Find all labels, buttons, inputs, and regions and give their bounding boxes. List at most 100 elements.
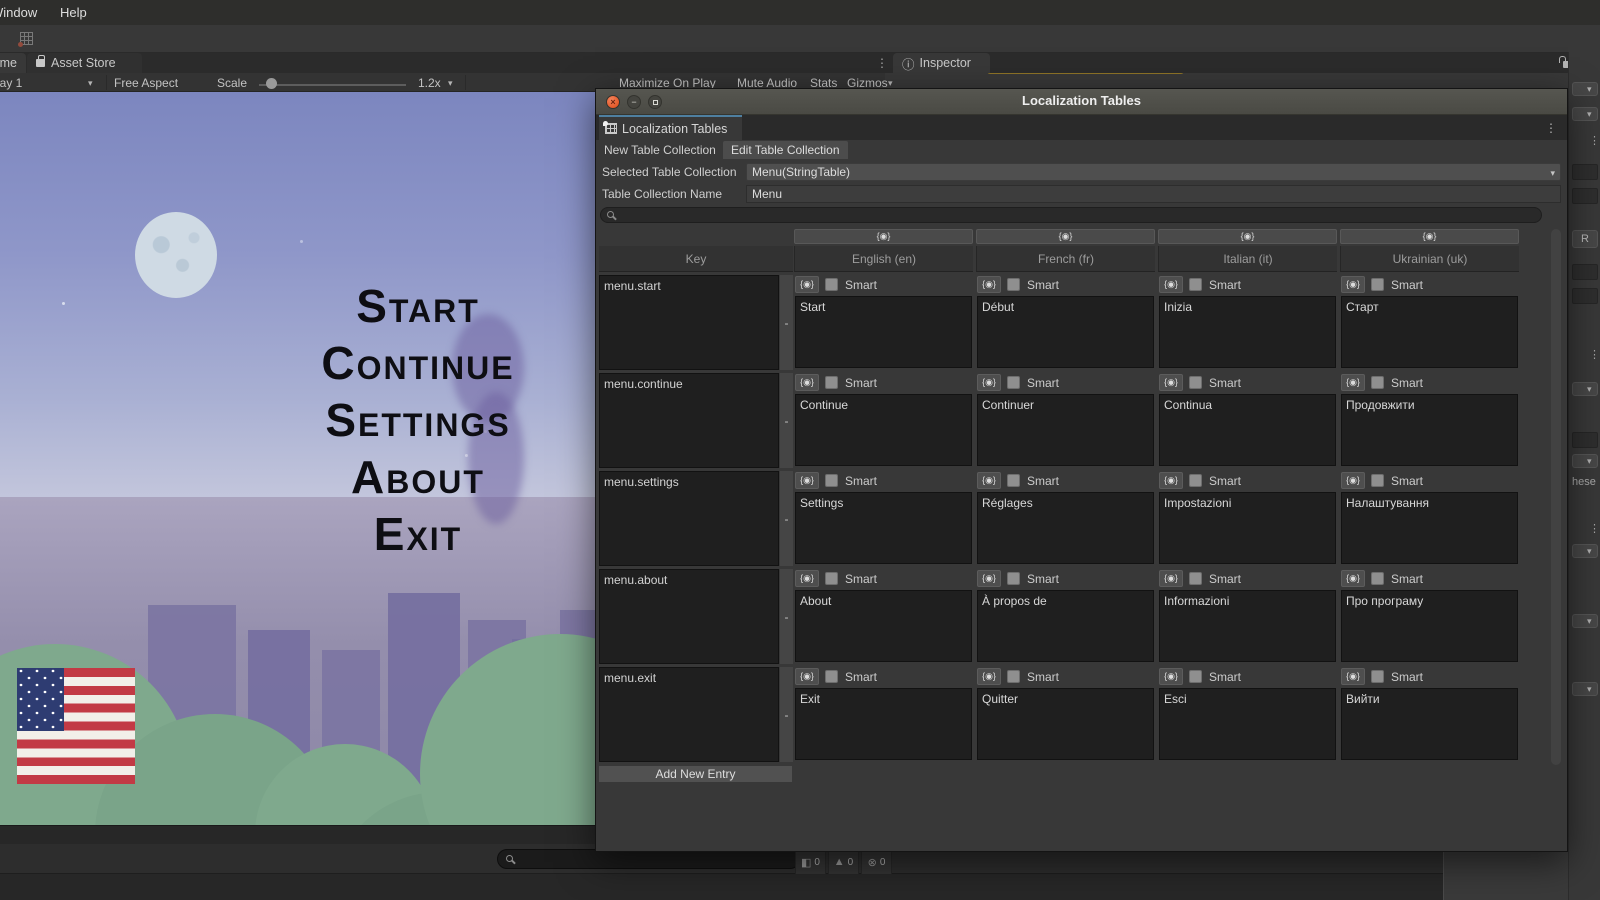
inspector-partial-control[interactable] bbox=[1572, 544, 1598, 558]
smart-checkbox[interactable] bbox=[1189, 376, 1202, 389]
key-cell[interactable]: menu.continue bbox=[599, 373, 779, 468]
translation-cell[interactable]: Informazioni bbox=[1159, 590, 1336, 662]
translation-cell[interactable]: Réglages bbox=[977, 492, 1154, 564]
translation-cell[interactable]: Début bbox=[977, 296, 1154, 368]
smart-checkbox[interactable] bbox=[1007, 376, 1020, 389]
display-dropdown-icon[interactable]: ▾ bbox=[88, 78, 93, 89]
dropdown-icon[interactable]: ▾ bbox=[1587, 456, 1592, 467]
console-search-input[interactable] bbox=[497, 849, 800, 869]
smart-checkbox[interactable] bbox=[1007, 474, 1020, 487]
inspector-partial-field[interactable] bbox=[1572, 188, 1598, 204]
aspect-dropdown-icon[interactable]: ▾ bbox=[448, 78, 453, 89]
key-cell[interactable]: menu.exit bbox=[599, 667, 779, 762]
metadata-icon[interactable]: {◉} bbox=[977, 276, 1001, 293]
inspector-partial-control[interactable] bbox=[1572, 107, 1598, 121]
translation-cell[interactable]: Inizia bbox=[1159, 296, 1336, 368]
kebab-icon[interactable]: ⋮ bbox=[1589, 134, 1600, 147]
metadata-icon[interactable]: {◉} bbox=[795, 374, 819, 391]
smart-checkbox[interactable] bbox=[825, 376, 838, 389]
translation-cell[interactable]: Старт bbox=[1341, 296, 1518, 368]
display-selector[interactable]: Display 1 bbox=[0, 76, 22, 90]
kebab-icon[interactable]: ⋮ bbox=[1589, 522, 1600, 535]
metadata-icon[interactable]: {◉} bbox=[1159, 668, 1183, 685]
menu-window[interactable]: Window bbox=[0, 5, 37, 20]
table-scrollbar[interactable] bbox=[1551, 229, 1561, 765]
game-panel-kebab-icon[interactable]: ⋮ bbox=[876, 56, 888, 70]
metadata-icon[interactable]: {◉} bbox=[977, 374, 1001, 391]
smart-checkbox[interactable] bbox=[1189, 474, 1202, 487]
tab-localization-tables[interactable]: Localization Tables bbox=[599, 115, 742, 140]
translation-cell[interactable]: Esci bbox=[1159, 688, 1336, 760]
dropdown-icon[interactable]: ▾ bbox=[1587, 84, 1592, 95]
inspector-partial-control[interactable] bbox=[1572, 382, 1598, 396]
aspect-selector[interactable]: Free Aspect bbox=[114, 76, 178, 90]
translation-cell[interactable]: About bbox=[795, 590, 972, 662]
remove-entry-button[interactable]: - bbox=[780, 275, 793, 370]
translation-cell[interactable]: Продовжити bbox=[1341, 394, 1518, 466]
inspector-partial-field[interactable] bbox=[1572, 264, 1598, 280]
smart-checkbox[interactable] bbox=[1007, 572, 1020, 585]
inspector-partial-field[interactable] bbox=[1572, 432, 1598, 448]
metadata-icon[interactable]: {◉} bbox=[1341, 570, 1365, 587]
inspector-partial-control[interactable] bbox=[1572, 82, 1598, 96]
smart-checkbox[interactable] bbox=[1189, 572, 1202, 585]
translation-cell[interactable]: Налаштування bbox=[1341, 492, 1518, 564]
smart-checkbox[interactable] bbox=[1007, 278, 1020, 291]
metadata-icon[interactable]: {◉} bbox=[1341, 374, 1365, 391]
remove-entry-button[interactable]: - bbox=[780, 471, 793, 566]
dropdown-icon[interactable]: ▾ bbox=[1587, 109, 1592, 120]
scale-slider[interactable] bbox=[259, 84, 406, 86]
menu-help[interactable]: Help bbox=[60, 5, 87, 20]
translation-cell[interactable]: Continue bbox=[795, 394, 972, 466]
inspector-partial-field[interactable] bbox=[1572, 288, 1598, 304]
window-title-bar[interactable]: × − Localization Tables bbox=[596, 89, 1567, 115]
tab-game[interactable]: Game bbox=[0, 53, 26, 73]
metadata-icon[interactable]: {◉} bbox=[1341, 472, 1365, 489]
column-metadata-button[interactable]: {◉} bbox=[794, 229, 973, 244]
dropdown-icon[interactable]: ▾ bbox=[1587, 684, 1592, 695]
smart-checkbox[interactable] bbox=[1371, 572, 1384, 585]
translation-cell[interactable]: Continua bbox=[1159, 394, 1336, 466]
smart-checkbox[interactable] bbox=[1371, 670, 1384, 683]
table-search-input[interactable] bbox=[600, 207, 1542, 223]
tab-asset-store[interactable]: Asset Store bbox=[27, 53, 142, 73]
dropdown-icon[interactable]: ▾ bbox=[1587, 616, 1592, 627]
metadata-icon[interactable]: {◉} bbox=[1159, 570, 1183, 587]
snap-grid-icon[interactable] bbox=[20, 32, 33, 45]
console-warning-button[interactable]: ▲ 0 bbox=[828, 849, 859, 875]
remove-entry-button[interactable]: - bbox=[780, 373, 793, 468]
translation-cell[interactable]: Start bbox=[795, 296, 972, 368]
translation-cell[interactable]: À propos de bbox=[977, 590, 1154, 662]
smart-checkbox[interactable] bbox=[825, 278, 838, 291]
inspector-partial-control[interactable] bbox=[1572, 682, 1598, 696]
tab-inspector[interactable]: ⓘ Inspector bbox=[893, 53, 990, 73]
inspector-partial-field[interactable] bbox=[1572, 164, 1598, 180]
metadata-icon[interactable]: {◉} bbox=[795, 570, 819, 587]
metadata-icon[interactable]: {◉} bbox=[1159, 472, 1183, 489]
translation-cell[interactable]: Settings bbox=[795, 492, 972, 564]
metadata-icon[interactable]: {◉} bbox=[795, 668, 819, 685]
metadata-icon[interactable]: {◉} bbox=[1341, 276, 1365, 293]
console-info-button[interactable]: ◧ 0 bbox=[795, 849, 826, 875]
metadata-icon[interactable]: {◉} bbox=[1159, 374, 1183, 391]
add-new-entry-button[interactable]: Add New Entry bbox=[599, 766, 792, 782]
transform-reset-button[interactable]: R bbox=[1572, 230, 1598, 248]
translation-cell[interactable]: Impostazioni bbox=[1159, 492, 1336, 564]
scale-slider-knob[interactable] bbox=[266, 78, 277, 89]
smart-checkbox[interactable] bbox=[825, 572, 838, 585]
column-metadata-button[interactable]: {◉} bbox=[1158, 229, 1337, 244]
selected-collection-dropdown[interactable]: Menu(StringTable) ▾ bbox=[746, 163, 1561, 181]
smart-checkbox[interactable] bbox=[1371, 278, 1384, 291]
key-cell[interactable]: menu.about bbox=[599, 569, 779, 664]
metadata-icon[interactable]: {◉} bbox=[795, 472, 819, 489]
metadata-icon[interactable]: {◉} bbox=[1341, 668, 1365, 685]
inspector-partial-control[interactable] bbox=[1572, 454, 1598, 468]
metadata-icon[interactable]: {◉} bbox=[977, 472, 1001, 489]
smart-checkbox[interactable] bbox=[825, 670, 838, 683]
loc-panel-kebab-icon[interactable]: ⋮ bbox=[1545, 121, 1557, 135]
metadata-icon[interactable]: {◉} bbox=[977, 570, 1001, 587]
column-metadata-button[interactable]: {◉} bbox=[976, 229, 1155, 244]
column-metadata-button[interactable]: {◉} bbox=[1340, 229, 1519, 244]
console-error-button[interactable]: ⊗ 0 bbox=[861, 849, 892, 875]
new-table-collection-button[interactable]: New Table Collection bbox=[598, 141, 722, 159]
